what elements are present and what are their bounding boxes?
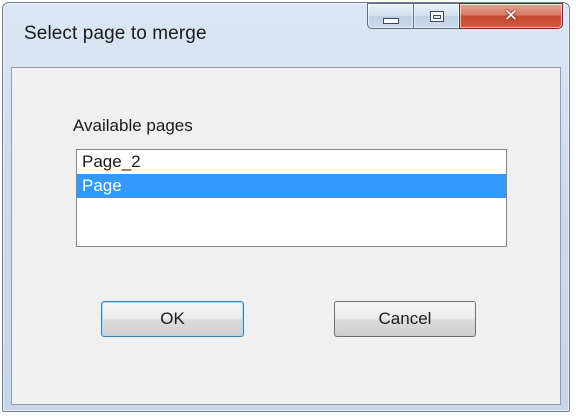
pages-listbox[interactable]: Page_2 Page bbox=[76, 149, 507, 247]
maximize-icon bbox=[429, 10, 444, 22]
caption-buttons: ✕ bbox=[367, 3, 563, 29]
minimize-button[interactable] bbox=[367, 3, 413, 29]
available-pages-label: Available pages bbox=[73, 116, 193, 135]
ok-button[interactable]: OK bbox=[101, 301, 244, 337]
close-icon: ✕ bbox=[503, 5, 519, 26]
dialog-body: Available pages Page_2 Page OK Cancel bbox=[11, 67, 561, 405]
cancel-button[interactable]: Cancel bbox=[334, 301, 476, 337]
close-button[interactable]: ✕ bbox=[459, 3, 563, 29]
maximize-button[interactable] bbox=[413, 3, 459, 29]
list-item-page-2[interactable]: Page_2 bbox=[77, 150, 506, 174]
dialog-window: Select page to merge ✕ Available pages P… bbox=[2, 2, 570, 412]
title-bar[interactable]: Select page to merge ✕ bbox=[3, 3, 569, 67]
minimize-icon bbox=[382, 18, 399, 24]
window-title: Select page to merge bbox=[24, 23, 207, 44]
list-item-page[interactable]: Page bbox=[77, 174, 506, 198]
